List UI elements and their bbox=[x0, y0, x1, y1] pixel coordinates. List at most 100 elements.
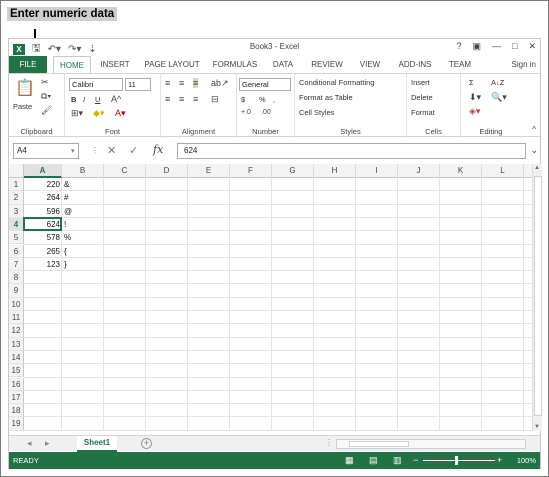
delete-cells-button[interactable]: Delete bbox=[411, 93, 433, 102]
merge-icon[interactable]: ⊟ bbox=[211, 94, 219, 105]
cell-b2[interactable]: # bbox=[62, 191, 104, 204]
tab-add-ins[interactable]: ADD-INS bbox=[393, 56, 437, 73]
worksheet-grid[interactable]: ABCDEFGHIJKL 1 2 3 4 5 6 7 8 9 10 11 12 13 14 15 16 17 18… bbox=[9, 164, 532, 431]
row-header-14[interactable]: 14 bbox=[9, 350, 24, 365]
row-header-2[interactable]: 2 bbox=[9, 191, 24, 205]
confirm-entry-icon[interactable]: ✓ bbox=[129, 144, 138, 157]
scroll-down-icon[interactable]: ▼ bbox=[534, 424, 540, 430]
cell-a7[interactable]: 123 bbox=[24, 258, 62, 271]
horizontal-scroll-thumb[interactable] bbox=[349, 441, 409, 447]
cell-a2[interactable]: 264 bbox=[24, 191, 62, 204]
select-all-corner[interactable] bbox=[9, 164, 24, 178]
paste-icon[interactable]: 📋 bbox=[15, 78, 35, 98]
row-header-15[interactable]: 15 bbox=[9, 364, 24, 378]
column-header-k[interactable]: K bbox=[440, 164, 482, 178]
expand-formula-bar-icon[interactable]: ⌄ bbox=[530, 145, 538, 156]
tab-file[interactable]: FILE bbox=[9, 56, 47, 73]
autosum-button[interactable]: Σ bbox=[469, 78, 474, 87]
zoom-in-icon[interactable]: + bbox=[497, 455, 502, 465]
percent-button[interactable]: % bbox=[259, 95, 266, 104]
row-header-8[interactable]: 8 bbox=[9, 271, 24, 285]
column-header-h[interactable]: H bbox=[314, 164, 356, 178]
page-break-view-icon[interactable]: ▥ bbox=[393, 455, 402, 466]
scroll-up-icon[interactable]: ▲ bbox=[534, 165, 540, 171]
row-header-6[interactable]: 6 bbox=[9, 244, 24, 258]
insert-function-icon[interactable]: fx bbox=[153, 143, 163, 156]
sign-in-link[interactable]: Sign in bbox=[512, 60, 536, 69]
row-header-11[interactable]: 11 bbox=[9, 311, 24, 325]
column-header-f[interactable]: F bbox=[230, 164, 272, 178]
prev-sheet-icon[interactable]: ◂ bbox=[27, 438, 32, 449]
row-header-13[interactable]: 13 bbox=[9, 337, 24, 351]
horizontal-scrollbar[interactable] bbox=[336, 439, 526, 449]
column-header-i[interactable]: I bbox=[356, 164, 398, 178]
cell-a5[interactable]: 578 bbox=[24, 231, 62, 244]
formula-input[interactable]: 624 bbox=[177, 143, 526, 159]
column-header-d[interactable]: D bbox=[146, 164, 188, 178]
underline-button[interactable]: U bbox=[95, 95, 100, 104]
vertical-scrollbar[interactable]: ▲ ▼ bbox=[532, 164, 542, 431]
cell-b3[interactable]: @ bbox=[62, 205, 104, 218]
cell-b7[interactable]: } bbox=[62, 258, 104, 271]
align-middle-icon[interactable]: ≡ bbox=[179, 78, 184, 88]
decrease-decimal-icon[interactable]: .00 bbox=[261, 109, 271, 116]
column-header-e[interactable]: E bbox=[188, 164, 230, 178]
ribbon-display-icon[interactable]: ▣ bbox=[473, 41, 482, 52]
row-header-3[interactable]: 3 bbox=[9, 204, 24, 218]
cell-b5[interactable]: % bbox=[62, 231, 104, 244]
tab-home[interactable]: HOME bbox=[53, 56, 91, 73]
font-color-icon[interactable]: A▾ bbox=[115, 108, 126, 119]
row-header-18[interactable]: 18 bbox=[9, 404, 24, 418]
cell-a6[interactable]: 265 bbox=[24, 245, 62, 258]
tab-page-layout[interactable]: PAGE LAYOUT bbox=[141, 56, 203, 73]
column-header-l[interactable]: L bbox=[482, 164, 524, 178]
copy-icon[interactable]: ⧉▾ bbox=[41, 91, 51, 102]
collapse-ribbon-icon[interactable]: ^ bbox=[532, 125, 536, 134]
tab-formulas[interactable]: FORMULAS bbox=[209, 56, 261, 73]
cell-a1[interactable]: 220 bbox=[24, 178, 62, 191]
tab-insert[interactable]: INSERT bbox=[95, 56, 135, 73]
close-icon[interactable]: ✕ bbox=[528, 41, 536, 52]
cell-b6[interactable]: { bbox=[62, 245, 104, 258]
row-header-16[interactable]: 16 bbox=[9, 377, 24, 391]
cell-styles-button[interactable]: Cell Styles bbox=[299, 108, 334, 117]
align-top-icon[interactable]: ≡ bbox=[165, 78, 170, 88]
tab-data[interactable]: DATA bbox=[265, 56, 301, 73]
orientation-icon[interactable]: ab↗ bbox=[211, 78, 229, 89]
find-select-icon[interactable]: 🔍▾ bbox=[491, 92, 507, 103]
zoom-out-icon[interactable]: − bbox=[413, 455, 418, 465]
cell-b1[interactable]: & bbox=[62, 178, 104, 191]
conditional-formatting-button[interactable]: Conditional Formatting bbox=[299, 78, 374, 87]
format-painter-icon[interactable]: 🖌 bbox=[41, 105, 52, 116]
italic-button[interactable]: I bbox=[83, 95, 85, 104]
insert-cells-button[interactable]: Insert bbox=[411, 78, 430, 87]
column-header-a[interactable]: A bbox=[24, 164, 62, 178]
vertical-scroll-thumb[interactable] bbox=[534, 176, 542, 416]
format-as-table-button[interactable]: Format as Table bbox=[299, 93, 353, 102]
row-header-10[interactable]: 10 bbox=[9, 297, 24, 311]
maximize-icon[interactable]: □ bbox=[512, 41, 517, 52]
next-sheet-icon[interactable]: ▸ bbox=[45, 438, 50, 449]
align-right-icon[interactable]: ≡ bbox=[193, 94, 198, 104]
font-size-select[interactable]: 11 bbox=[125, 78, 151, 91]
help-icon[interactable]: ? bbox=[456, 41, 461, 52]
zoom-level[interactable]: 100% bbox=[517, 456, 536, 465]
cell-a3[interactable]: 596 bbox=[24, 205, 62, 218]
align-bottom-icon[interactable]: ≡ bbox=[193, 78, 199, 88]
bold-button[interactable]: B bbox=[71, 95, 76, 104]
tab-team[interactable]: TEAM bbox=[443, 56, 477, 73]
name-box[interactable]: A4 bbox=[13, 143, 79, 159]
minimize-icon[interactable]: — bbox=[492, 41, 501, 52]
normal-view-icon[interactable]: ▦ bbox=[345, 455, 354, 466]
row-header-7[interactable]: 7 bbox=[9, 257, 24, 272]
cell-b4[interactable]: ! bbox=[62, 218, 104, 231]
tab-review[interactable]: REVIEW bbox=[305, 56, 349, 73]
row-header-19[interactable]: 19 bbox=[9, 417, 24, 431]
number-format-select[interactable]: General bbox=[239, 78, 291, 91]
zoom-slider-knob[interactable] bbox=[455, 456, 458, 465]
paste-button[interactable]: Paste bbox=[13, 102, 32, 111]
row-header-5[interactable]: 5 bbox=[9, 231, 24, 245]
add-sheet-button[interactable]: + bbox=[141, 438, 152, 449]
zoom-slider[interactable] bbox=[423, 460, 495, 461]
align-left-icon[interactable]: ≡ bbox=[165, 94, 170, 104]
